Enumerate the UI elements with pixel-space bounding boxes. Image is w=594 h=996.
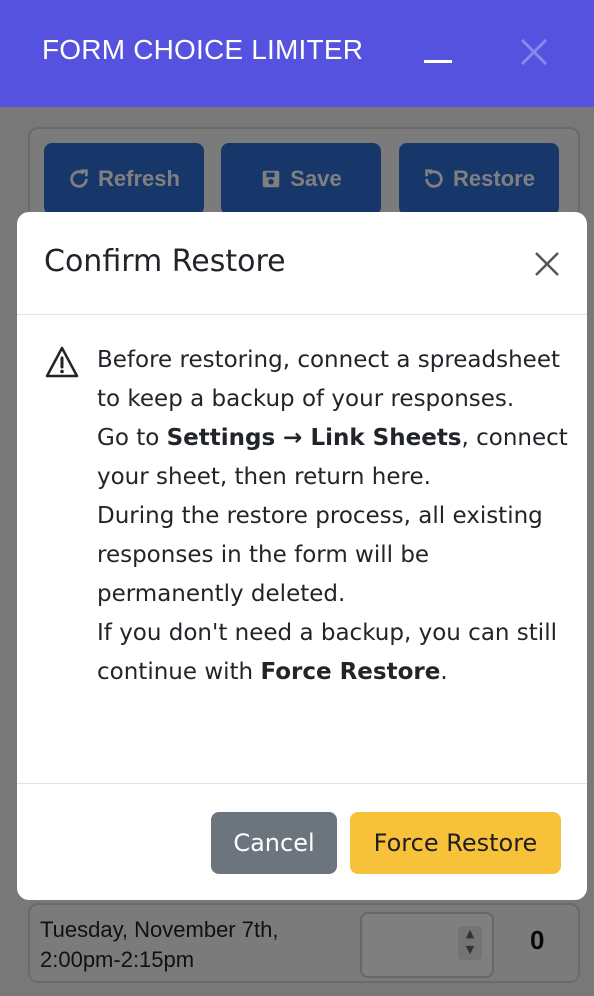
message-force-bold: Force Restore: [260, 659, 441, 685]
message-settings-paragraph: Go to Settings → Link Sheets, connect yo…: [97, 419, 577, 497]
message-force-paragraph: If you don't need a backup, you can stil…: [97, 614, 577, 692]
modal-title: Confirm Restore: [44, 244, 286, 279]
cancel-button[interactable]: Cancel: [211, 812, 337, 874]
modal-message: Before restoring, connect a spreadsheet …: [97, 341, 577, 692]
modal-header: Confirm Restore: [17, 212, 587, 315]
warning-icon: [45, 346, 79, 378]
modal-body: Before restoring, connect a spreadsheet …: [17, 315, 587, 783]
message-delete-warning: During the restore process, all existing…: [97, 503, 543, 607]
message-settings-link-text: Settings → Link Sheets: [166, 425, 462, 451]
modal-footer: Cancel Force Restore: [17, 783, 587, 900]
confirm-restore-modal: Confirm Restore Before restoring, connec…: [17, 212, 587, 900]
message-force-suffix: .: [440, 659, 448, 685]
title-bar: FORM CHOICE LIMITER: [0, 0, 594, 107]
message-settings-prefix: Go to: [97, 425, 167, 451]
app-title: FORM CHOICE LIMITER: [42, 34, 364, 65]
minimize-icon[interactable]: [424, 60, 452, 63]
close-icon[interactable]: [518, 36, 550, 68]
modal-close-icon[interactable]: [533, 250, 561, 278]
force-restore-button[interactable]: Force Restore: [350, 812, 561, 874]
message-backup-paragraph: Before restoring, connect a spreadsheet …: [97, 347, 560, 412]
